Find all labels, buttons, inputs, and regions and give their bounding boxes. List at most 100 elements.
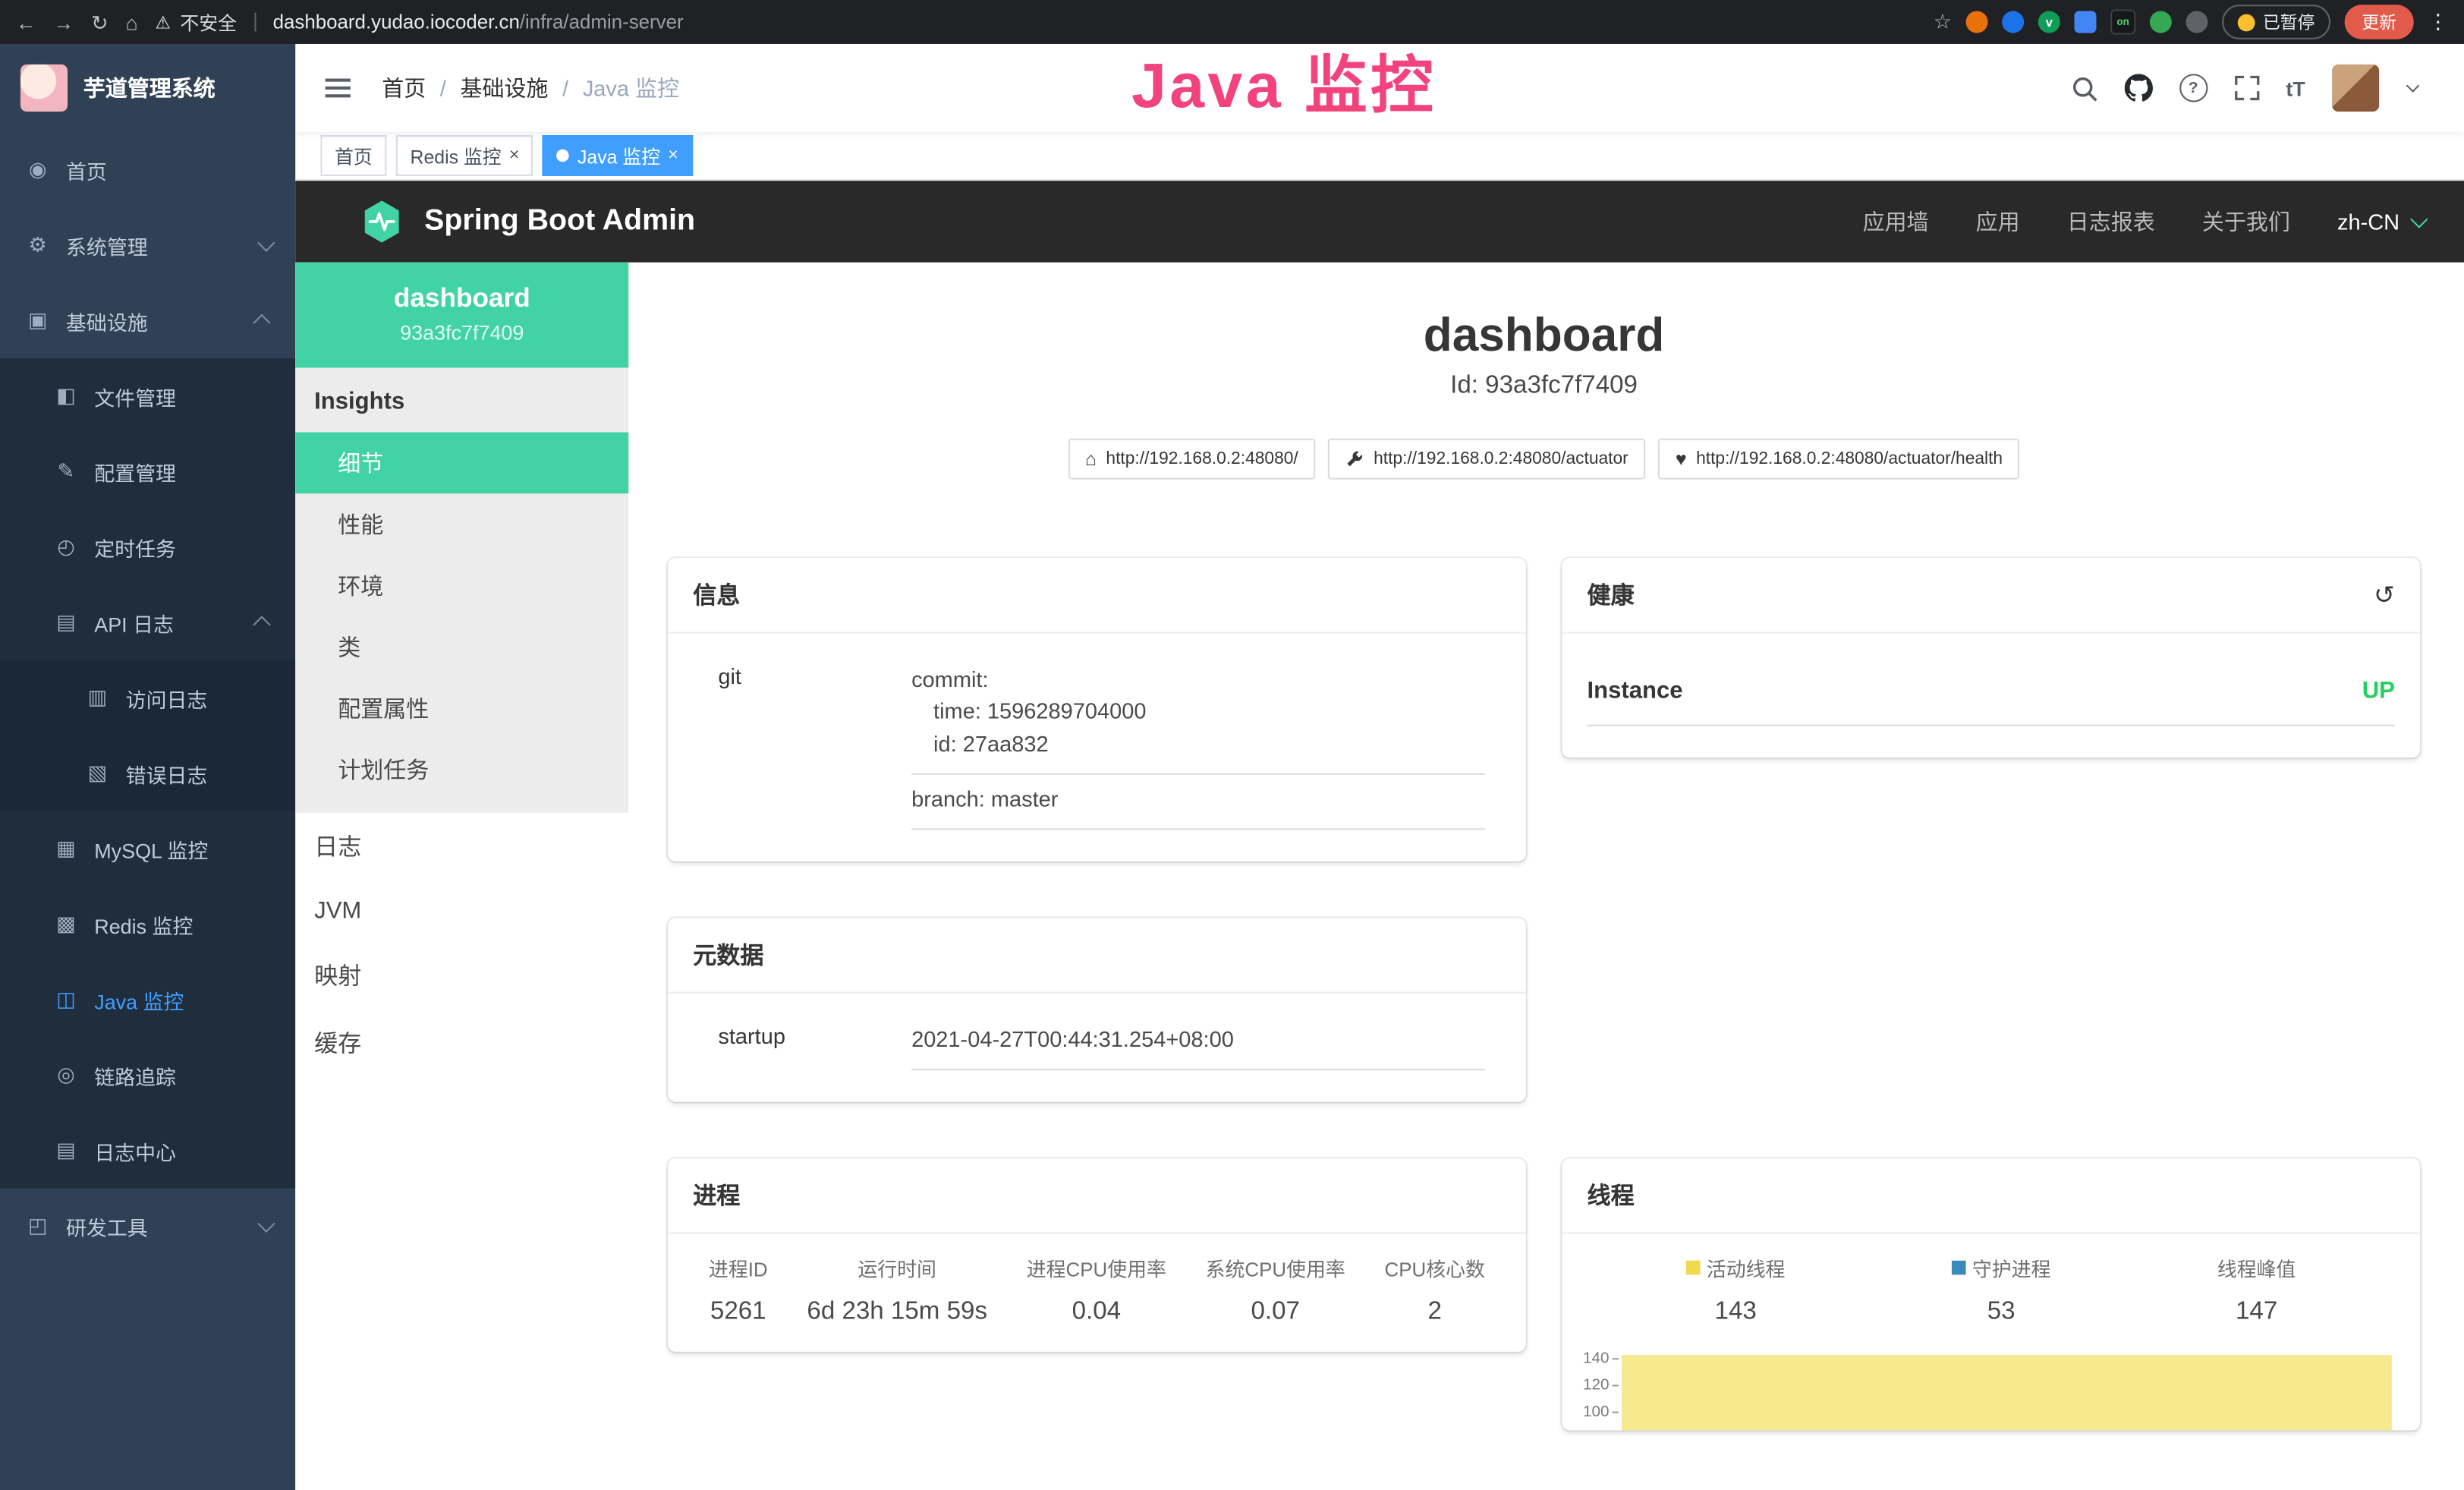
- nav-item-details[interactable]: 细节: [295, 432, 628, 493]
- extension-grid-icon[interactable]: [2074, 11, 2096, 33]
- nav-item-jvm[interactable]: JVM: [295, 880, 628, 942]
- forward-icon[interactable]: →: [53, 12, 74, 33]
- health-instance-row: Instance UP: [1588, 662, 2395, 726]
- tag-home[interactable]: 首页: [320, 135, 386, 176]
- sba-nav-journal[interactable]: 日志报表: [2067, 206, 2155, 237]
- main-sidebar: 芋道管理系统 ◉ 首页 ⚙ 系统管理 ▣ 基础设施: [0, 44, 295, 1490]
- metadata-startup-row: startup 2021-04-27T00:44:31.254+08:00: [668, 1016, 1526, 1071]
- close-icon[interactable]: ×: [509, 147, 519, 165]
- sidebar-item-system-management[interactable]: ⚙ 系统管理: [0, 207, 295, 282]
- extension-orange-icon[interactable]: [1966, 11, 1988, 33]
- font-size-icon[interactable]: tT: [2286, 76, 2305, 99]
- sidebar-item-dev-tools[interactable]: ◰ 研发工具: [0, 1189, 295, 1264]
- history-icon[interactable]: ↺: [2374, 579, 2395, 610]
- warning-icon: ⚠: [156, 12, 171, 33]
- daemon-threads-swatch: [1952, 1262, 1966, 1276]
- extension-leaf-icon[interactable]: [2150, 11, 2172, 33]
- threads-card: 线程 活动线程 143 守护进程 53: [1562, 1159, 2420, 1431]
- sba-nav-about[interactable]: 关于我们: [2202, 206, 2290, 237]
- sidebar-item-access-logs[interactable]: ▥ 访问日志: [0, 660, 295, 736]
- tag-java-monitor[interactable]: Java 监控×: [543, 135, 692, 176]
- sidebar-item-error-logs[interactable]: ▧ 错误日志: [0, 736, 295, 811]
- nav-item-classes[interactable]: 类: [295, 616, 628, 678]
- threads-chart: 140 120 100: [1562, 1347, 2420, 1432]
- sba-nav-applications[interactable]: 应用: [1976, 206, 2020, 237]
- sidebar-item-infrastructure[interactable]: ▣ 基础设施: [0, 283, 295, 358]
- nav-item-environment[interactable]: 环境: [295, 555, 628, 616]
- sba-title[interactable]: Spring Boot Admin: [424, 204, 695, 239]
- java-monitor-icon: ◫: [53, 987, 78, 1012]
- url-domain: dashboard.yudao.iocoder.cn: [273, 11, 520, 33]
- breadcrumb-infrastructure[interactable]: 基础设施: [461, 72, 549, 103]
- tag-redis-monitor[interactable]: Redis 监控×: [396, 135, 533, 176]
- close-icon[interactable]: ×: [668, 147, 678, 165]
- chevron-down-icon: [257, 234, 275, 251]
- search-icon[interactable]: [2071, 74, 2097, 101]
- info-key: git: [668, 656, 911, 830]
- nav-item-caches[interactable]: 缓存: [295, 1009, 628, 1076]
- sidebar-item-config-management[interactable]: ✎ 配置管理: [0, 434, 295, 509]
- info-card-title: 信息: [693, 578, 740, 611]
- address-divider: [254, 13, 256, 32]
- sidebar-item-home[interactable]: ◉ 首页: [0, 132, 295, 207]
- update-button[interactable]: 更新: [2345, 5, 2414, 39]
- nav-item-logs[interactable]: 日志: [295, 813, 628, 880]
- help-icon[interactable]: ?: [2179, 74, 2208, 102]
- extension-vue-icon[interactable]: v: [2038, 11, 2060, 33]
- log-center-icon: ▤: [53, 1138, 78, 1163]
- instance-id: 93a3fc7f7409: [311, 320, 613, 344]
- app-title: 芋道管理系统: [83, 72, 216, 103]
- threads-metrics: 活动线程 143 守护进程 53 线程峰值 147: [1562, 1235, 2420, 1334]
- service-url-link[interactable]: ⌂http://192.168.0.2:48080/: [1068, 439, 1315, 480]
- health-card-title: 健康: [1588, 578, 1635, 611]
- metadata-value: 2021-04-27T00:44:31.254+08:00: [911, 1016, 1485, 1071]
- address-bar[interactable]: ⚠ 不安全 dashboard.yudao.iocoder.cn/infra/a…: [156, 8, 684, 35]
- sidebar-item-mysql-monitor[interactable]: ▦ MySQL 监控: [0, 811, 295, 887]
- metric-live-threads: 活动线程 143: [1686, 1253, 1785, 1327]
- health-url-link[interactable]: ♥http://192.168.0.2:48080/actuator/healt…: [1658, 439, 2020, 480]
- avatar-caret-icon[interactable]: [2406, 79, 2420, 93]
- breadcrumb-separator: /: [440, 75, 446, 100]
- nav-item-mappings[interactable]: 映射: [295, 941, 628, 1009]
- fullscreen-icon[interactable]: [2234, 75, 2259, 100]
- heart-icon: ♥: [1676, 449, 1687, 468]
- nav-item-performance[interactable]: 性能: [295, 493, 628, 555]
- breadcrumb-separator: /: [562, 75, 568, 100]
- breadcrumb: 首页 / 基础设施 / Java 监控: [382, 72, 679, 103]
- nav-item-scheduled-tasks[interactable]: 计划任务: [295, 739, 628, 800]
- sidebar-item-scheduled-jobs[interactable]: ◴ 定时任务: [0, 509, 295, 584]
- page-title: dashboard: [668, 310, 2420, 363]
- spring-boot-admin-logo-icon[interactable]: [358, 198, 405, 245]
- sba-nav-wallboard[interactable]: 应用墙: [1863, 206, 1929, 237]
- redis-icon: ▩: [53, 912, 78, 937]
- extension-on-badge-icon[interactable]: on: [2110, 9, 2135, 34]
- locale-selector[interactable]: zh-CN: [2337, 209, 2423, 234]
- breadcrumb-home[interactable]: 首页: [382, 72, 426, 103]
- dashboard-icon: ◉: [25, 157, 50, 182]
- hamburger-icon[interactable]: [323, 72, 354, 103]
- back-icon[interactable]: ←: [16, 12, 36, 33]
- sidebar-item-log-center[interactable]: ▤ 日志中心: [0, 1113, 295, 1188]
- browser-home-icon[interactable]: ⌂: [125, 12, 137, 33]
- git-commit-block: commit: time: 1596289704000 id: 27aa832: [911, 656, 1485, 775]
- sidebar-item-file-management[interactable]: ◧ 文件管理: [0, 358, 295, 433]
- sidebar-item-redis-monitor[interactable]: ▩ Redis 监控: [0, 887, 295, 962]
- actuator-url-link[interactable]: http://192.168.0.2:48080/actuator: [1328, 439, 1645, 480]
- sidebar-item-tracing[interactable]: ◎ 链路追踪: [0, 1038, 295, 1113]
- browser-menu-icon[interactable]: ⋮: [2428, 9, 2448, 34]
- grid-spacer: [1562, 918, 2420, 920]
- sidebar-item-api-logs[interactable]: ▤ API 日志: [0, 584, 295, 660]
- metric-cpu-cores: CPU核心数 2: [1385, 1253, 1485, 1327]
- instance-id-subtitle: Id: 93a3fc7f7409: [668, 373, 2420, 401]
- commit-id: id: 27aa832: [911, 727, 1485, 759]
- user-avatar[interactable]: [2332, 65, 2379, 112]
- github-icon[interactable]: [2124, 74, 2152, 102]
- sidebar-item-java-monitor[interactable]: ◫ Java 监控: [0, 962, 295, 1037]
- nav-item-config-properties[interactable]: 配置属性: [295, 678, 628, 739]
- app-logo[interactable]: 芋道管理系统: [0, 44, 295, 132]
- bookmark-star-icon[interactable]: ☆: [1934, 9, 1952, 34]
- extension-drop-icon[interactable]: [2002, 11, 2024, 33]
- paused-badge[interactable]: 已暂停: [2222, 5, 2330, 39]
- extension-dark-icon[interactable]: [2186, 11, 2208, 33]
- reload-icon[interactable]: ↻: [91, 12, 109, 33]
